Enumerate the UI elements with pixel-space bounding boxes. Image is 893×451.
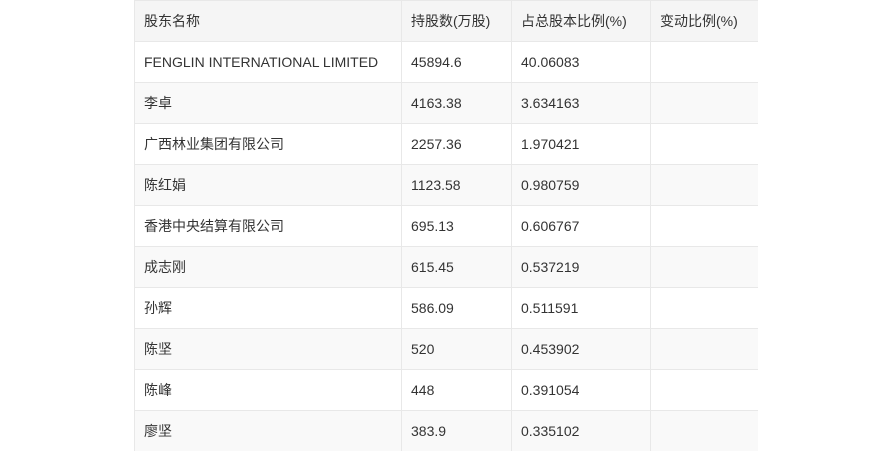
cell-change-ratio (650, 246, 758, 288)
cell-shares-held: 2257.36 (401, 123, 512, 165)
table-row: 香港中央结算有限公司 695.13 0.606767 (134, 205, 758, 247)
cell-shareholder-name: FENGLIN INTERNATIONAL LIMITED (134, 41, 402, 83)
cell-shareholder-name: 陈峰 (134, 369, 402, 411)
table-row: FENGLIN INTERNATIONAL LIMITED 45894.6 40… (134, 41, 758, 83)
cell-shareholder-name: 廖坚 (134, 410, 402, 451)
table-row: 成志刚 615.45 0.537219 (134, 246, 758, 288)
table-row: 广西林业集团有限公司 2257.36 1.970421 (134, 123, 758, 165)
cell-change-ratio (650, 41, 758, 83)
cell-share-ratio: 40.06083 (511, 41, 651, 83)
cell-share-ratio: 0.980759 (511, 164, 651, 206)
cell-shares-held: 1123.58 (401, 164, 512, 206)
table-body: FENGLIN INTERNATIONAL LIMITED 45894.6 40… (134, 41, 758, 451)
cell-shareholder-name: 李卓 (134, 82, 402, 124)
header-shares-held: 持股数(万股) (401, 0, 512, 42)
header-shareholder-name: 股东名称 (134, 0, 402, 42)
cell-shareholder-name: 孙辉 (134, 287, 402, 329)
table-row: 陈峰 448 0.391054 (134, 369, 758, 411)
cell-shares-held: 448 (401, 369, 512, 411)
shareholder-table: 股东名称 持股数(万股) 占总股本比例(%) 变动比例(%) FENGLIN I… (134, 0, 758, 451)
cell-shareholder-name: 广西林业集团有限公司 (134, 123, 402, 165)
cell-change-ratio (650, 82, 758, 124)
header-share-ratio: 占总股本比例(%) (511, 0, 651, 42)
cell-change-ratio (650, 369, 758, 411)
cell-share-ratio: 3.634163 (511, 82, 651, 124)
cell-change-ratio (650, 205, 758, 247)
shareholder-table-container: 股东名称 持股数(万股) 占总股本比例(%) 变动比例(%) FENGLIN I… (134, 0, 758, 451)
cell-shares-held: 4163.38 (401, 82, 512, 124)
table-header: 股东名称 持股数(万股) 占总股本比例(%) 变动比例(%) (134, 0, 758, 42)
cell-shareholder-name: 陈坚 (134, 328, 402, 370)
table-row: 陈坚 520 0.453902 (134, 328, 758, 370)
table-row: 廖坚 383.9 0.335102 (134, 410, 758, 451)
cell-shares-held: 586.09 (401, 287, 512, 329)
cell-shares-held: 45894.6 (401, 41, 512, 83)
header-change-ratio: 变动比例(%) (650, 0, 758, 42)
cell-change-ratio (650, 410, 758, 451)
cell-shareholder-name: 陈红娟 (134, 164, 402, 206)
cell-share-ratio: 1.970421 (511, 123, 651, 165)
cell-share-ratio: 0.537219 (511, 246, 651, 288)
cell-shareholder-name: 香港中央结算有限公司 (134, 205, 402, 247)
cell-shares-held: 383.9 (401, 410, 512, 451)
cell-shares-held: 695.13 (401, 205, 512, 247)
cell-shareholder-name: 成志刚 (134, 246, 402, 288)
cell-change-ratio (650, 123, 758, 165)
cell-shares-held: 520 (401, 328, 512, 370)
cell-share-ratio: 0.391054 (511, 369, 651, 411)
cell-share-ratio: 0.335102 (511, 410, 651, 451)
cell-change-ratio (650, 287, 758, 329)
table-row: 陈红娟 1123.58 0.980759 (134, 164, 758, 206)
cell-shares-held: 615.45 (401, 246, 512, 288)
cell-change-ratio (650, 328, 758, 370)
cell-share-ratio: 0.606767 (511, 205, 651, 247)
table-row: 孙辉 586.09 0.511591 (134, 287, 758, 329)
cell-share-ratio: 0.511591 (511, 287, 651, 329)
cell-change-ratio (650, 164, 758, 206)
cell-share-ratio: 0.453902 (511, 328, 651, 370)
table-row: 李卓 4163.38 3.634163 (134, 82, 758, 124)
header-row: 股东名称 持股数(万股) 占总股本比例(%) 变动比例(%) (134, 0, 758, 42)
